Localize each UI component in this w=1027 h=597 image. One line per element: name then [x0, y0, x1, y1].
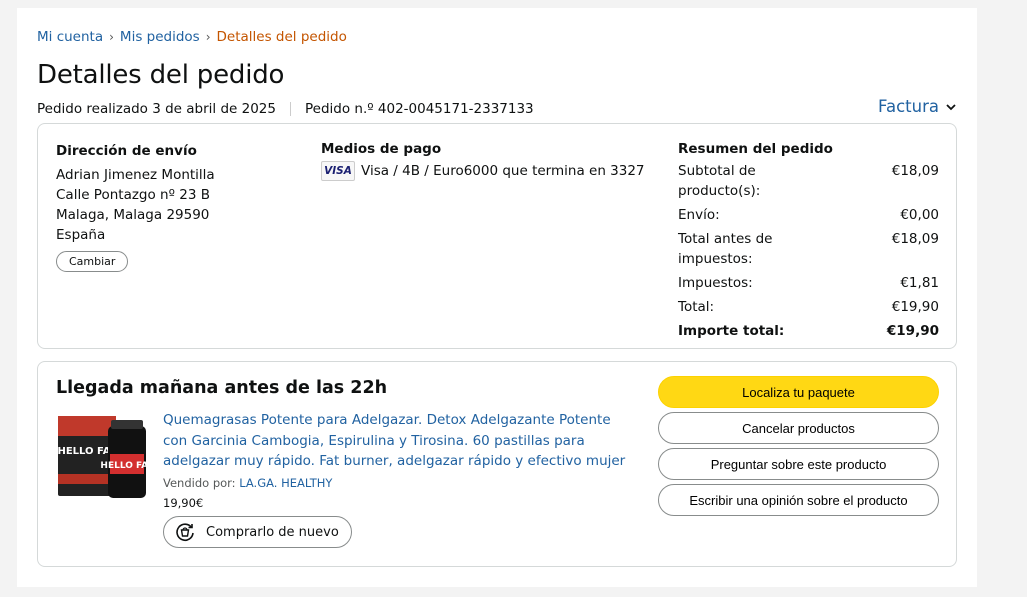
buy-again-icon	[176, 523, 194, 542]
arrival-heading: Llegada mañana antes de las 22h	[56, 378, 388, 398]
product-image[interactable]: HELLO FAT HELLO FAT	[56, 410, 148, 504]
shipment-box: Llegada mañana antes de las 22h HELLO FA…	[37, 361, 957, 567]
summary-value: €18,09	[891, 231, 939, 247]
cancel-items-button[interactable]: Cancelar productos	[658, 412, 939, 444]
summary-row: Total antes de impuestos: €18,09	[678, 229, 939, 269]
breadcrumb-my-account[interactable]: Mi cuenta	[37, 29, 103, 45]
change-address-button[interactable]: Cambiar	[56, 251, 129, 272]
sold-by-label: Vendido por:	[163, 476, 236, 490]
summary-heading: Resumen del pedido	[678, 141, 833, 157]
summary-value: €1,81	[900, 275, 939, 291]
chevron-down-icon	[946, 103, 956, 110]
order-number: Pedido n.º 402-0045171-2337133	[304, 101, 534, 117]
ask-product-question-button[interactable]: Preguntar sobre este producto	[658, 448, 939, 480]
buy-again-button[interactable]: Comprarlo de nuevo	[163, 516, 352, 548]
payment-method: Medios de pago VISA Visa / 4B / Euro6000…	[321, 141, 645, 181]
summary-row: Subtotal de producto(s): €18,09	[678, 161, 939, 201]
payment-row: VISA Visa / 4B / Euro6000 que termina en…	[321, 161, 645, 181]
seller-link[interactable]: LA.GA. HEALTHY	[239, 476, 332, 490]
breadcrumb-current: Detalles del pedido	[216, 29, 347, 45]
payment-heading: Medios de pago	[321, 141, 442, 157]
order-summary: Resumen del pedido Subtotal de producto(…	[678, 141, 939, 345]
divider	[289, 102, 291, 116]
address-line: Malaga, Malaga 29590	[56, 207, 210, 223]
shipping-heading: Dirección de envío	[56, 143, 197, 159]
address-line: Adrian Jimenez Montilla	[56, 167, 215, 183]
bottle-label-text: HELLO FAT	[100, 461, 148, 471]
seller-info: Vendido por: LA.GA. HEALTHY	[163, 476, 332, 490]
product-title-link[interactable]: Quemagrasas Potente para Adelgazar. Deto…	[163, 410, 633, 472]
shipping-address: Dirección de envío Adrian Jimenez Montil…	[56, 141, 215, 272]
order-details-page: Mi cuenta › Mis pedidos › Detalles del p…	[17, 8, 977, 587]
breadcrumb-my-orders[interactable]: Mis pedidos	[120, 29, 200, 45]
breadcrumb: Mi cuenta › Mis pedidos › Detalles del p…	[37, 29, 347, 45]
product-price: 19,90€	[163, 496, 204, 510]
write-review-button[interactable]: Escribir una opinión sobre el producto	[658, 484, 939, 516]
summary-label: Total:	[678, 299, 715, 315]
product-image-text: HELLO FAT	[57, 446, 116, 457]
breadcrumb-separator: ›	[109, 30, 114, 44]
page-title: Detalles del pedido	[37, 60, 285, 90]
payment-description: Visa / 4B / Euro6000 que termina en 3327	[361, 163, 645, 179]
summary-value: €19,90	[886, 323, 939, 339]
address-line: Calle Pontazgo nº 23 B	[56, 187, 210, 203]
summary-row: Total: €19,90	[678, 297, 939, 317]
summary-label: Importe total:	[678, 323, 785, 339]
summary-label: Impuestos:	[678, 275, 753, 291]
invoice-label: Factura	[878, 97, 939, 116]
summary-value: €19,90	[891, 299, 939, 315]
visa-card-icon: VISA	[321, 161, 355, 181]
summary-label: Envío:	[678, 207, 720, 223]
summary-value: €18,09	[891, 163, 939, 179]
invoice-dropdown[interactable]: Factura	[878, 97, 957, 116]
buy-again-label: Comprarlo de nuevo	[206, 524, 339, 540]
order-info-box: Dirección de envío Adrian Jimenez Montil…	[37, 123, 957, 349]
summary-value: €0,00	[900, 207, 939, 223]
order-meta: Pedido realizado 3 de abril de 2025 Pedi…	[37, 101, 534, 117]
summary-row: Envío: €0,00	[678, 205, 939, 225]
track-package-button[interactable]: Localiza tu paquete	[658, 376, 939, 408]
address-line: España	[56, 227, 106, 243]
breadcrumb-separator: ›	[205, 30, 211, 44]
summary-grand-total: Importe total: €19,90	[678, 321, 939, 341]
summary-label: Subtotal de producto(s):	[678, 163, 761, 199]
summary-row: Impuestos: €1,81	[678, 273, 939, 293]
summary-label: Total antes de impuestos:	[678, 231, 773, 267]
order-date: Pedido realizado 3 de abril de 2025	[37, 101, 276, 117]
shipment-actions: Localiza tu paquete Cancelar productos P…	[658, 376, 939, 520]
